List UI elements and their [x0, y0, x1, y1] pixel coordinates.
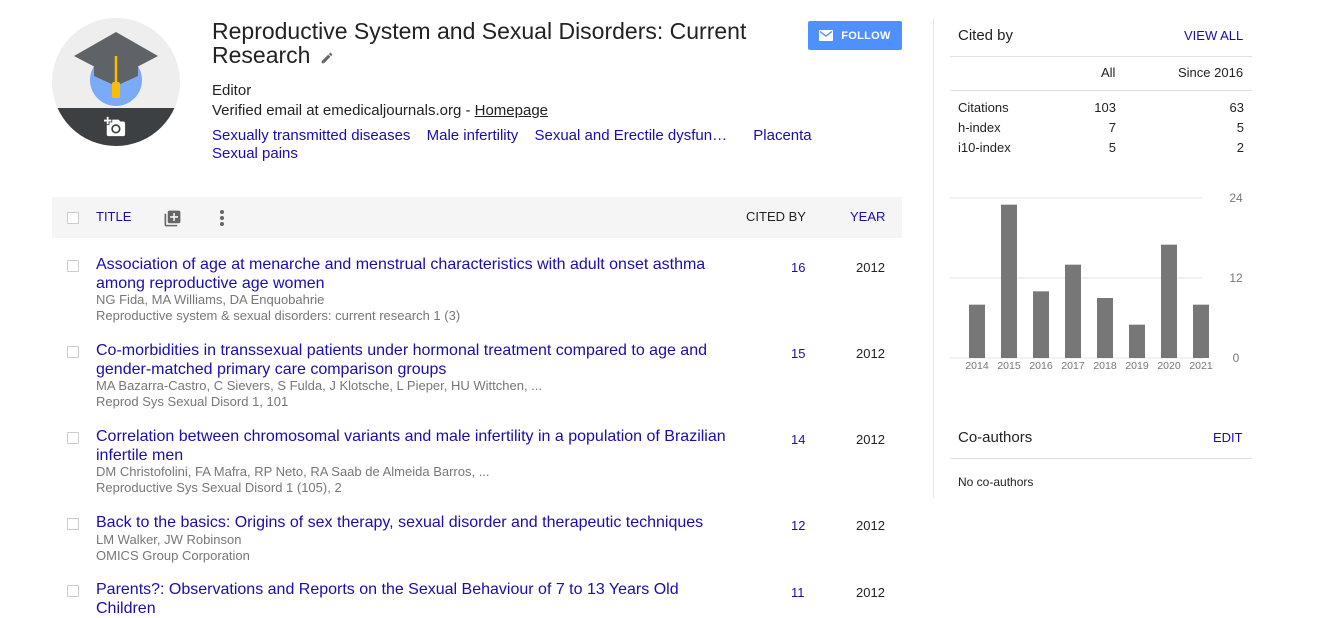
article-authors: NG Fida, MA Williams, DA Enquobahrie — [96, 292, 325, 307]
article-row: Parents?: Observations and Reports on th… — [52, 580, 902, 618]
divider — [950, 56, 1252, 57]
chart-bar — [1033, 291, 1049, 358]
chart-x-tick-label: 2014 — [965, 360, 989, 372]
citations-per-year-chart: 24 12 0 2014 2015 2016 2017 2018 2019 2020 2021 — [950, 191, 1243, 372]
article-year: 2012 — [856, 346, 885, 361]
select-all-checkbox[interactable] — [67, 212, 79, 224]
no-coauthors-text: No co-authors — [958, 475, 1034, 489]
article-title-link[interactable]: Correlation between chromosomal variants… — [96, 427, 736, 465]
article-row: Back to the basics: Origins of sex thera… — [52, 513, 902, 565]
stat-since: 2 — [1236, 140, 1244, 155]
chart-y-tick-label: 0 — [1233, 351, 1240, 365]
profile-name: Reproductive System and Sexual Disorders… — [212, 19, 802, 69]
article-checkbox[interactable] — [67, 346, 79, 358]
article-row: Correlation between chromosomal variants… — [52, 427, 902, 499]
article-cited-count[interactable]: 15 — [791, 346, 805, 361]
article-checkbox[interactable] — [67, 518, 79, 530]
chart-bar — [1161, 244, 1177, 358]
chart-y-tick-label: 24 — [1229, 191, 1243, 205]
article-title-link[interactable]: Back to the basics: Origins of sex thera… — [96, 513, 796, 532]
article-publication: Reprod Sys Sexual Disord 1, 101 — [96, 394, 289, 409]
chart-x-tick-label: 2017 — [1061, 360, 1085, 372]
stat-all: 103 — [1094, 100, 1116, 115]
article-cited-count[interactable]: 14 — [791, 432, 805, 447]
coauthors-heading: Co-authors — [958, 429, 1033, 446]
profile-affiliation: Editor — [212, 82, 252, 99]
column-all-header: All — [1101, 65, 1116, 80]
stat-since: 63 — [1229, 100, 1244, 115]
article-title-link[interactable]: Association of age at menarche and menst… — [96, 255, 736, 293]
chart-x-tick-label: 2021 — [1189, 360, 1213, 372]
article-publication: Reproductive Sys Sexual Disord 1 (105), … — [96, 480, 342, 495]
chart-x-tick-label: 2019 — [1125, 360, 1149, 372]
chart-x-tick-label: 2020 — [1157, 360, 1181, 372]
article-row: Association of age at menarche and menst… — [52, 255, 902, 327]
article-cited-count[interactable]: 11 — [791, 585, 805, 600]
article-row: Co-morbidities in transsexual patients u… — [52, 341, 902, 413]
chart-bar — [1129, 324, 1145, 358]
chart-x-tick-label: 2016 — [1029, 360, 1053, 372]
edit-pencil-icon[interactable] — [320, 45, 334, 69]
add-article-icon[interactable] — [163, 209, 182, 233]
edit-coauthors-link[interactable]: EDIT — [1213, 430, 1243, 445]
article-checkbox[interactable] — [67, 260, 79, 272]
chart-bar — [1001, 204, 1017, 358]
profile-name-text: Reproductive System and Sexual Disorders… — [212, 18, 747, 68]
chart-bar — [1065, 264, 1081, 358]
sort-year-link[interactable]: YEAR — [850, 209, 885, 224]
cited-by-header: CITED BY — [746, 209, 806, 224]
stat-all: 5 — [1108, 140, 1116, 155]
more-options-icon[interactable] — [218, 208, 226, 233]
cited-by-heading: Cited by — [958, 27, 1014, 44]
article-publication: OMICS Group Corporation — [96, 548, 250, 563]
article-publication: Reproductive system & sexual disorders: … — [96, 308, 461, 323]
article-checkbox[interactable] — [67, 432, 79, 444]
article-cited-count[interactable]: 16 — [791, 260, 805, 275]
column-since-header: Since 2016 — [1178, 65, 1244, 80]
chart-bar — [969, 304, 985, 358]
chart-x-tick-label: 2015 — [997, 360, 1021, 372]
article-authors: MA Bazarra-Castro, C Sievers, S Fulda, J… — [96, 378, 543, 393]
article-year: 2012 — [856, 585, 885, 600]
stat-label: Citations — [958, 100, 1009, 115]
view-all-link[interactable]: VIEW ALL — [1184, 28, 1243, 43]
chart-bar — [1097, 298, 1113, 358]
stat-since: 5 — [1236, 120, 1244, 135]
follow-label: FOLLOW — [841, 29, 891, 42]
stat-all: 7 — [1108, 120, 1116, 135]
chart-bar — [1193, 304, 1209, 358]
stat-label: h-index — [958, 120, 1001, 135]
stat-label: i10-index — [958, 140, 1011, 155]
divider — [950, 458, 1252, 459]
article-year: 2012 — [856, 260, 885, 275]
sort-title-link[interactable]: TITLE — [96, 209, 131, 224]
stats-row-citations: Citations 103 63 — [0, 100, 1326, 116]
mail-icon — [819, 30, 834, 41]
chart-x-tick-label: 2018 — [1093, 360, 1117, 372]
article-year: 2012 — [856, 518, 885, 533]
article-title-link[interactable]: Parents?: Observations and Reports on th… — [96, 580, 696, 618]
article-authors: LM Walker, JW Robinson — [96, 532, 242, 547]
stats-row-i10-index: i10-index 5 2 — [0, 140, 1326, 156]
article-cited-count[interactable]: 12 — [791, 518, 805, 533]
articles-table-header: TITLE CITED BY YEAR — [52, 197, 902, 238]
article-authors: DM Christofolini, FA Mafra, RP Neto, RA … — [96, 464, 490, 479]
article-title-link[interactable]: Co-morbidities in transsexual patients u… — [96, 341, 736, 379]
chart-y-tick-label: 12 — [1229, 271, 1243, 285]
divider — [950, 90, 1252, 91]
stats-row-h-index: h-index 7 5 — [0, 120, 1326, 136]
column-divider — [933, 18, 934, 498]
article-checkbox[interactable] — [67, 585, 79, 597]
article-year: 2012 — [856, 432, 885, 447]
follow-button[interactable]: FOLLOW — [808, 21, 902, 50]
